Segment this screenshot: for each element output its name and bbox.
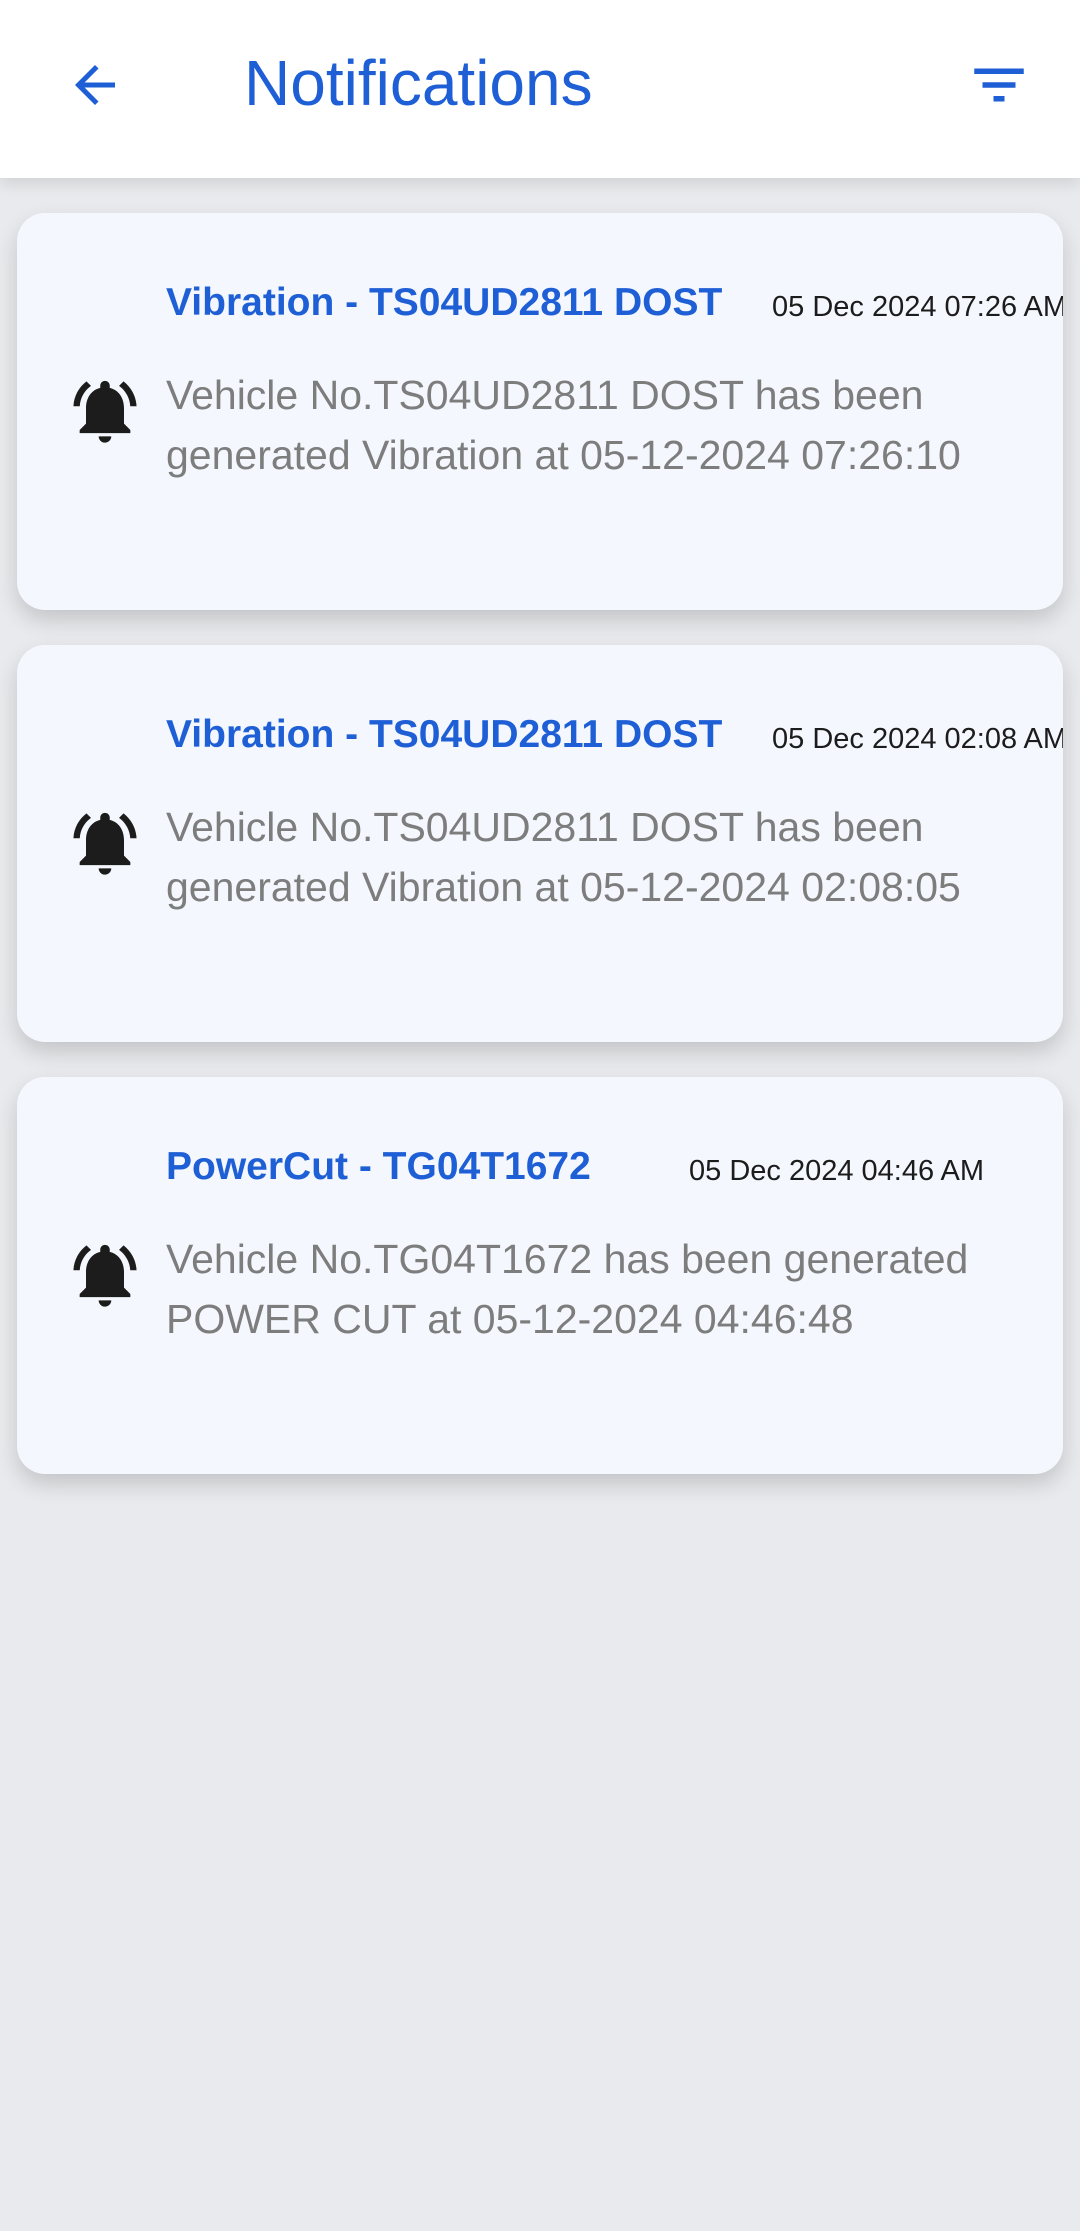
notification-list[interactable]: Vibration - TS04UD2811 DOST 05 Dec 2024 … bbox=[0, 178, 1080, 2231]
bell-ringing-icon bbox=[73, 380, 137, 443]
notification-card[interactable]: Vibration - TS04UD2811 DOST 05 Dec 2024 … bbox=[17, 645, 1063, 1042]
notification-date: 05 Dec 2024 07:26 AM bbox=[772, 291, 1063, 323]
notification-card[interactable]: PowerCut - TG04T1672 05 Dec 2024 04:46 A… bbox=[17, 1077, 1063, 1474]
notification-message: Vehicle No.TS04UD2811 DOST has been gene… bbox=[166, 372, 961, 478]
notification-title: Vibration - TS04UD2811 DOST bbox=[166, 281, 723, 324]
page-title: Notifications bbox=[244, 47, 593, 119]
bell-ringing-icon bbox=[73, 1244, 137, 1307]
notification-title: PowerCut - TG04T1672 bbox=[166, 1145, 591, 1188]
filter-icon bbox=[974, 68, 1024, 102]
back-button[interactable] bbox=[50, 40, 140, 130]
notification-message: Vehicle No.TG04T1672 has been generated … bbox=[166, 1236, 969, 1342]
notification-message: Vehicle No.TS04UD2811 DOST has been gene… bbox=[166, 804, 961, 910]
arrow-left-icon bbox=[75, 65, 115, 105]
bell-ringing-icon bbox=[73, 812, 137, 875]
notification-card[interactable]: Vibration - TS04UD2811 DOST 05 Dec 2024 … bbox=[17, 213, 1063, 610]
app-bar: Notifications bbox=[0, 0, 1080, 178]
notification-date: 05 Dec 2024 04:46 AM bbox=[689, 1155, 985, 1187]
filter-button[interactable] bbox=[954, 40, 1044, 130]
notification-date: 05 Dec 2024 02:08 AM bbox=[772, 723, 1063, 755]
notification-title: Vibration - TS04UD2811 DOST bbox=[166, 713, 723, 756]
